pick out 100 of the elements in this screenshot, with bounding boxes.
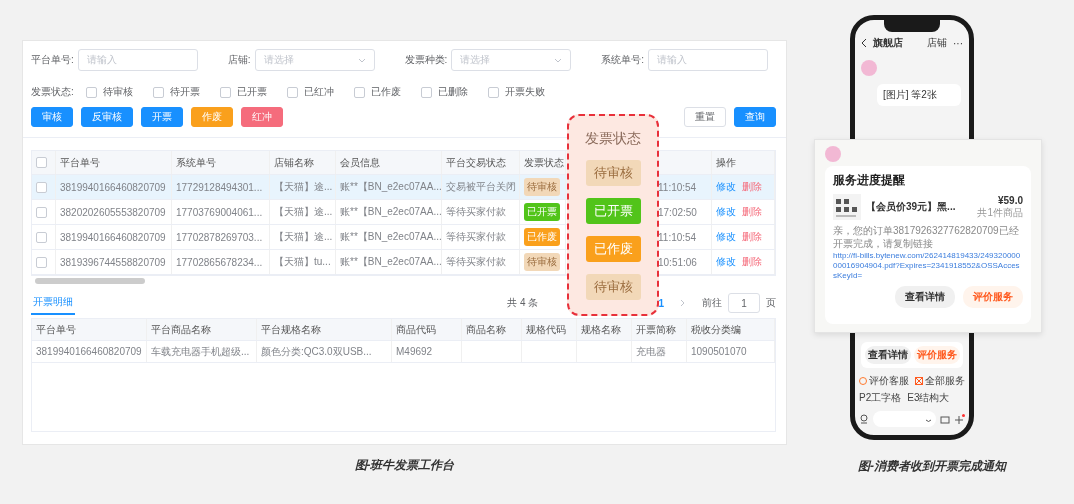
page-input[interactable]: 1 bbox=[728, 293, 760, 313]
status-tag: 已作废 bbox=[524, 228, 560, 246]
chevron-down-icon bbox=[357, 56, 366, 64]
table-cell: 【天猫】途... bbox=[274, 180, 333, 194]
more-menu[interactable]: ··· bbox=[953, 37, 963, 49]
table-cell: 账**【BN_e2ec07AA... bbox=[340, 230, 441, 244]
edit-link[interactable]: 修改 bbox=[716, 180, 736, 194]
table-cell: 17702878269703... bbox=[176, 231, 263, 243]
checkbox[interactable] bbox=[36, 256, 47, 268]
action-button[interactable]: 红冲 bbox=[241, 107, 283, 127]
table-cell: 颜色分类:QC3.0双USB... bbox=[261, 344, 372, 359]
filter-label: 店铺: bbox=[227, 53, 251, 67]
action-button[interactable]: 作废 bbox=[191, 107, 233, 127]
table-cell: 等待买家付款 bbox=[446, 230, 506, 244]
checkbox[interactable] bbox=[219, 86, 231, 98]
invoice-link[interactable]: http://fi-bills.bytenew.com/262414819433/24932000000016904904.pdf?Expires=2341918552&OSSAccessKeyId= bbox=[833, 251, 1023, 281]
status-tag: 待审核 bbox=[585, 160, 641, 186]
table-cell: 账**【BN_e2ec07AA... bbox=[340, 180, 441, 194]
filter-label: 平台单号: bbox=[31, 53, 74, 67]
action-button[interactable]: 开票 bbox=[141, 107, 183, 127]
reset-button[interactable]: 重置 bbox=[684, 107, 726, 127]
column-header: 规格代码 bbox=[526, 322, 566, 337]
status-tag: 待审核 bbox=[585, 274, 641, 300]
status-tag: 已开票 bbox=[524, 203, 560, 221]
column-header: 规格名称 bbox=[581, 322, 621, 337]
chat-button[interactable]: 评价服务 bbox=[913, 346, 960, 364]
search-button[interactable]: 查询 bbox=[734, 107, 776, 127]
status-tag: 待审核 bbox=[524, 253, 560, 271]
table-cell: 充电器 bbox=[636, 344, 666, 359]
goto-label: 前往 bbox=[702, 296, 722, 310]
table-cell: 【天猫】途... bbox=[274, 230, 333, 244]
checkbox-label: 已作废 bbox=[370, 85, 401, 99]
table-cell: 17703769004061... bbox=[176, 206, 263, 218]
checkbox[interactable] bbox=[487, 86, 499, 98]
shop-title: 旗舰店 bbox=[873, 36, 903, 50]
edit-link[interactable]: 修改 bbox=[716, 255, 736, 269]
checkbox-label: 待开票 bbox=[169, 85, 200, 99]
checkbox[interactable] bbox=[36, 157, 47, 168]
checkbox[interactable] bbox=[36, 206, 47, 218]
column-header: 平台单号 bbox=[36, 322, 76, 337]
quick-chip[interactable]: E3结构大 bbox=[907, 391, 950, 405]
figure-caption: 图-班牛发票工作台 bbox=[354, 457, 455, 474]
checkbox[interactable] bbox=[36, 181, 47, 193]
filter-label: 发票状态: bbox=[31, 85, 74, 99]
quick-chip[interactable]: P2工字格 bbox=[859, 391, 902, 405]
edit-link[interactable]: 修改 bbox=[716, 205, 736, 219]
shop-link[interactable]: 店铺 bbox=[927, 36, 947, 50]
product-name: 【会员价39元】黑... bbox=[866, 200, 956, 214]
edit-link[interactable]: 修改 bbox=[716, 230, 736, 244]
delete-link[interactable]: 删除 bbox=[742, 255, 762, 269]
bag-icon[interactable] bbox=[940, 414, 950, 424]
scrollbar[interactable] bbox=[35, 278, 145, 284]
grid-icon bbox=[915, 377, 923, 385]
notification-button[interactable]: 查看详情 bbox=[895, 286, 955, 308]
action-button[interactable]: 审核 bbox=[31, 107, 73, 127]
table-cell: 等待买家付款 bbox=[446, 255, 506, 269]
checkbox[interactable] bbox=[286, 86, 298, 98]
status-tag: 已开票 bbox=[585, 198, 641, 224]
checkbox[interactable] bbox=[152, 86, 164, 98]
checkbox[interactable] bbox=[85, 86, 97, 98]
checkbox-label: 待审核 bbox=[102, 85, 133, 99]
checkbox[interactable] bbox=[420, 86, 432, 98]
column-header: 商品代码 bbox=[396, 322, 436, 337]
checkbox[interactable] bbox=[36, 231, 47, 243]
column-header: 系统单号 bbox=[176, 155, 216, 170]
next-page-icon[interactable] bbox=[680, 299, 686, 307]
checkbox-label: 开票失败 bbox=[504, 85, 545, 99]
delete-link[interactable]: 删除 bbox=[742, 180, 762, 194]
chevron-down-icon bbox=[554, 56, 563, 64]
tab[interactable]: 开票明细 bbox=[31, 291, 75, 315]
delete-link[interactable]: 删除 bbox=[742, 230, 762, 244]
quick-chip[interactable]: 全部服务 bbox=[915, 374, 965, 388]
column-header: 商品名称 bbox=[466, 322, 506, 337]
table-cell: 3819940166460820709 bbox=[60, 231, 166, 243]
image-message: [图片] 等2张 bbox=[877, 84, 961, 106]
table-cell: 【天猫】tu... bbox=[274, 255, 331, 269]
column-header: 操作 bbox=[716, 155, 736, 170]
back-icon[interactable] bbox=[861, 38, 867, 48]
table-cell: 交易被平台关闭 bbox=[446, 180, 516, 194]
checkbox-label: 已删除 bbox=[437, 85, 468, 99]
notification-title: 服务进度提醒 bbox=[833, 172, 906, 189]
table-cell: 【天猫】途... bbox=[274, 205, 333, 219]
page-number[interactable]: 1 bbox=[656, 297, 666, 309]
column-header: 会员信息 bbox=[340, 155, 380, 170]
delete-link[interactable]: 删除 bbox=[742, 205, 762, 219]
notification-button[interactable]: 评价服务 bbox=[963, 286, 1023, 308]
action-button[interactable]: 反审核 bbox=[81, 107, 133, 127]
plus-icon[interactable] bbox=[954, 413, 965, 425]
table-cell: 车载充电器手机超级... bbox=[151, 344, 250, 359]
chat-button[interactable]: 查看详情 bbox=[864, 346, 911, 364]
page-unit: 页 bbox=[766, 296, 776, 310]
item-count: 共1件商品 bbox=[977, 205, 1023, 220]
message-input[interactable] bbox=[873, 411, 936, 427]
figure-caption: 图-消费者收到开票完成通知 bbox=[858, 458, 1006, 475]
phone-notch bbox=[884, 20, 940, 32]
checkbox-label: 已红冲 bbox=[303, 85, 334, 99]
checkbox[interactable] bbox=[353, 86, 365, 98]
table-cell: 11:10:54 bbox=[658, 181, 697, 193]
voice-icon[interactable] bbox=[859, 414, 869, 424]
quick-chip[interactable]: 评价客服 bbox=[859, 374, 909, 388]
